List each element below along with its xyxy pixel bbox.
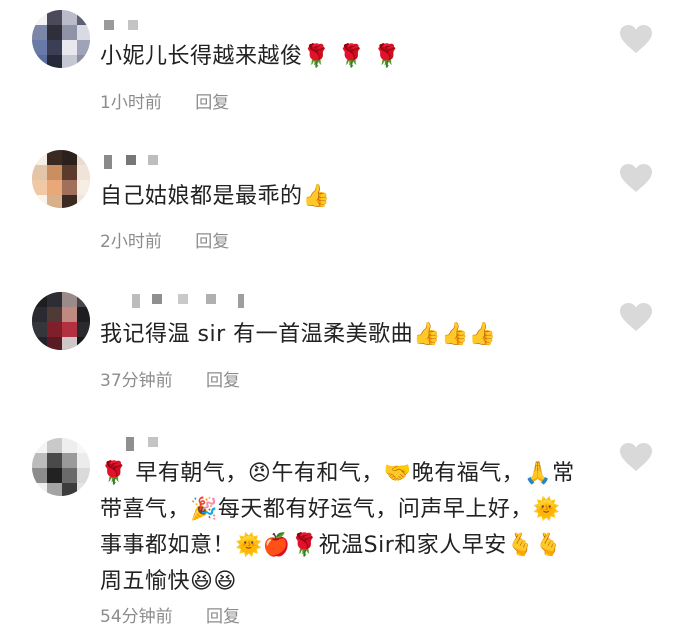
comment-meta: 1小时前 回复 xyxy=(100,88,229,113)
avatar[interactable] xyxy=(32,150,90,208)
reply-button[interactable]: 回复 xyxy=(206,607,240,627)
comment-time: 37分钟前 xyxy=(100,371,173,391)
avatar[interactable] xyxy=(32,438,90,496)
comment-text: 自己姑娘都是最乖的👍 xyxy=(100,184,331,209)
comment-text: 🌹 早有朝气，😠午有和气，🤝晚有福气，🙏常带喜气，🎉每天都有好运气，问声早上好，… xyxy=(100,461,575,594)
reply-button[interactable]: 回复 xyxy=(195,93,229,113)
like-button[interactable] xyxy=(619,442,653,472)
comment-time: 2小时前 xyxy=(100,232,162,252)
heart-icon xyxy=(620,25,652,53)
heart-icon xyxy=(620,303,652,331)
comment-text: 小妮儿长得越来越俊🌹 🌹 🌹 xyxy=(100,44,402,69)
like-button[interactable] xyxy=(619,302,653,332)
reply-button[interactable]: 回复 xyxy=(195,232,229,252)
avatar[interactable] xyxy=(32,10,90,68)
comment-meta: 54分钟前 回复 xyxy=(100,602,240,627)
comment-time: 54分钟前 xyxy=(100,607,173,627)
avatar[interactable] xyxy=(32,292,90,350)
comment-time: 1小时前 xyxy=(100,93,162,113)
like-button[interactable] xyxy=(619,163,653,193)
heart-icon xyxy=(620,443,652,471)
comment-text: 我记得温 sir 有一首温柔美歌曲👍👍👍 xyxy=(100,322,497,347)
heart-icon xyxy=(620,164,652,192)
comment-meta: 37分钟前 回复 xyxy=(100,366,240,391)
reply-button[interactable]: 回复 xyxy=(206,371,240,391)
comment-meta: 2小时前 回复 xyxy=(100,227,229,252)
like-button[interactable] xyxy=(619,24,653,54)
